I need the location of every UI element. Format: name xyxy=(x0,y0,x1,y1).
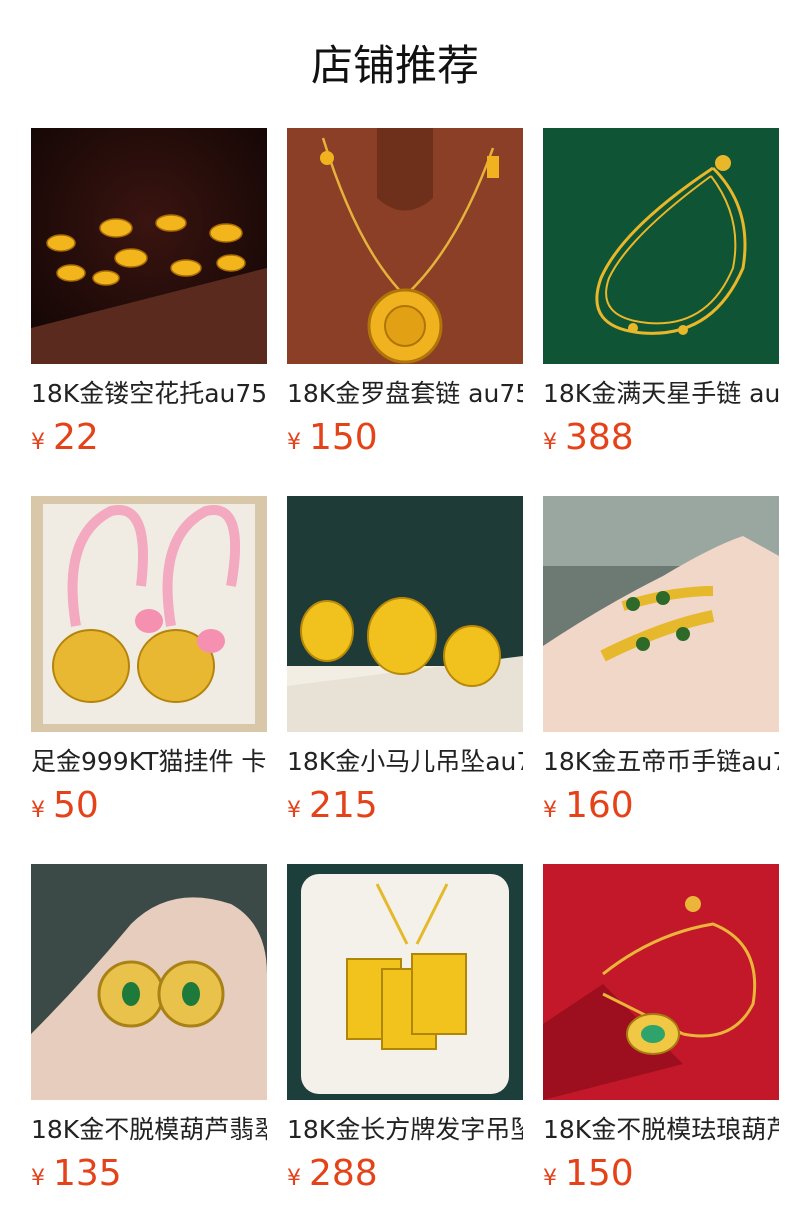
currency-symbol: ¥ xyxy=(543,798,557,823)
currency-symbol: ¥ xyxy=(287,1166,301,1191)
product-card[interactable]: 18K金五帝币手链au750 ¥160 xyxy=(543,496,779,836)
currency-symbol: ¥ xyxy=(543,430,557,455)
product-name: 18K金不脱模葫芦翡翠 xyxy=(31,1115,267,1144)
product-name: 18K金镂空花托au750 xyxy=(31,379,267,408)
currency-symbol: ¥ xyxy=(31,430,45,455)
product-card[interactable]: 18K金罗盘套链 au750 ¥150 xyxy=(287,128,523,468)
product-card[interactable]: 18K金不脱模珐琅葫芦 ¥150 xyxy=(543,864,779,1204)
compass-necklace-image xyxy=(287,128,523,364)
currency-symbol: ¥ xyxy=(543,1166,557,1191)
product-image[interactable] xyxy=(31,864,267,1100)
kitty-charm-image xyxy=(31,496,267,732)
price-value: 388 xyxy=(565,417,634,458)
price-value: 135 xyxy=(53,1153,122,1194)
product-card[interactable]: 18K金长方牌发字吊坠 ¥288 xyxy=(287,864,523,1204)
horse-pendant-image xyxy=(287,496,523,732)
star-bracelet-image xyxy=(543,128,779,364)
currency-symbol: ¥ xyxy=(31,798,45,823)
price-value: 50 xyxy=(53,785,99,826)
product-price: ¥50 xyxy=(31,784,99,828)
product-image[interactable] xyxy=(287,496,523,732)
product-name: 18K金罗盘套链 au750 xyxy=(287,379,523,408)
price-value: 22 xyxy=(53,417,99,458)
product-price: ¥160 xyxy=(543,784,634,828)
product-card[interactable]: 18K金镂空花托au750 ¥22 xyxy=(31,128,267,468)
price-value: 150 xyxy=(309,417,378,458)
product-price: ¥22 xyxy=(31,416,99,460)
coin-bracelet-image xyxy=(543,496,779,732)
product-grid: 18K金镂空花托au750 ¥22 18K金罗盘套链 au750 ¥150 18… xyxy=(0,0,790,1232)
currency-symbol: ¥ xyxy=(287,430,301,455)
product-name: 18K金小马儿吊坠au750 xyxy=(287,747,523,776)
product-image[interactable] xyxy=(543,128,779,364)
square-plaque-pendant-image xyxy=(287,864,523,1100)
product-card[interactable]: 18K金小马儿吊坠au750 ¥215 xyxy=(287,496,523,836)
product-price: ¥150 xyxy=(287,416,378,460)
price-value: 160 xyxy=(565,785,634,826)
enamel-gourd-bracelet-image xyxy=(543,864,779,1100)
product-name: 足金999KT猫挂件 卡通 xyxy=(31,747,267,776)
product-name: 18K金长方牌发字吊坠 xyxy=(287,1115,523,1144)
product-card[interactable]: 18K金满天星手链 au750 ¥388 xyxy=(543,128,779,468)
product-name: 18K金满天星手链 au750 xyxy=(543,379,779,408)
product-name: 18K金五帝币手链au750 xyxy=(543,747,779,776)
currency-symbol: ¥ xyxy=(287,798,301,823)
product-card[interactable]: 足金999KT猫挂件 卡通 ¥50 xyxy=(31,496,267,836)
product-price: ¥288 xyxy=(287,1152,378,1196)
product-price: ¥388 xyxy=(543,416,634,460)
product-card[interactable]: 18K金不脱模葫芦翡翠 ¥135 xyxy=(31,864,267,1204)
product-price: ¥215 xyxy=(287,784,378,828)
product-image[interactable] xyxy=(543,496,779,732)
product-price: ¥150 xyxy=(543,1152,634,1196)
product-image[interactable] xyxy=(31,496,267,732)
flower-caps-image xyxy=(31,128,267,364)
product-image[interactable] xyxy=(31,128,267,364)
product-image[interactable] xyxy=(287,864,523,1100)
product-image[interactable] xyxy=(543,864,779,1100)
product-name: 18K金不脱模珐琅葫芦 xyxy=(543,1115,779,1144)
currency-symbol: ¥ xyxy=(31,1166,45,1191)
price-value: 150 xyxy=(565,1153,634,1194)
gourd-jade-pendant-image xyxy=(31,864,267,1100)
price-value: 215 xyxy=(309,785,378,826)
product-image[interactable] xyxy=(287,128,523,364)
price-value: 288 xyxy=(309,1153,378,1194)
product-price: ¥135 xyxy=(31,1152,122,1196)
